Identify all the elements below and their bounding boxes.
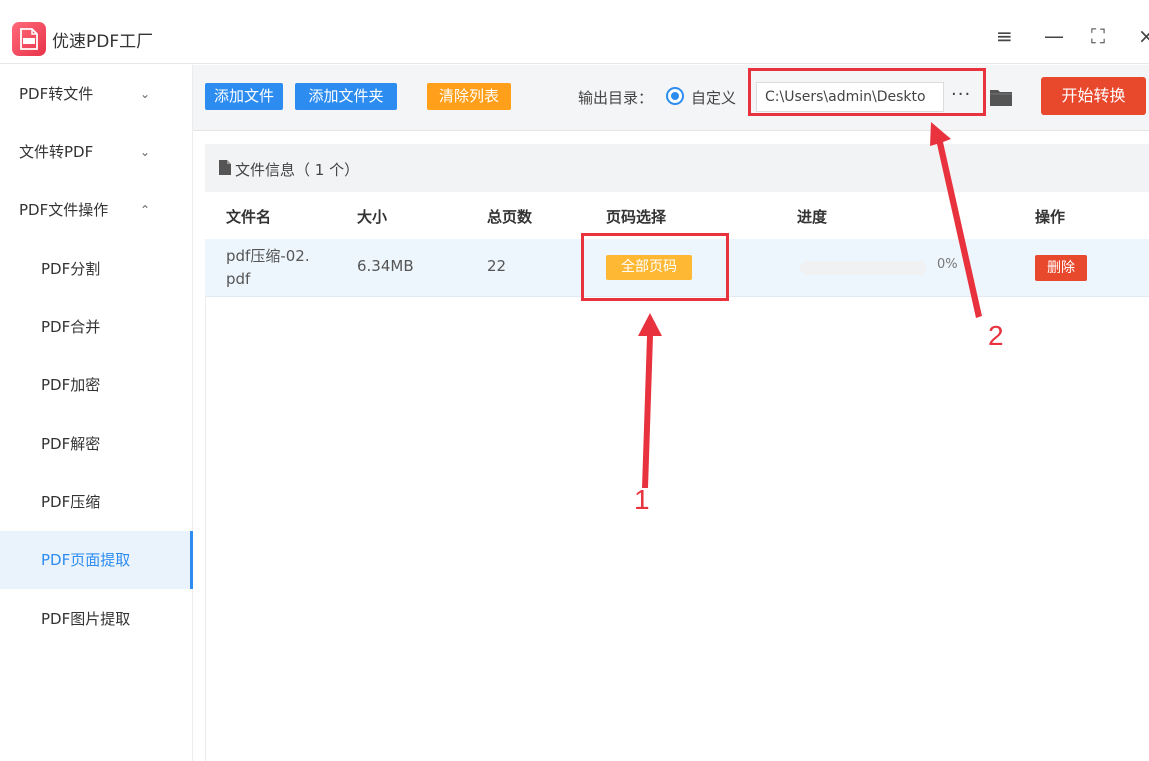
annotation-label-2: 2 <box>988 320 1004 351</box>
annotation-arrows <box>638 122 982 488</box>
annotation-label-1: 1 <box>634 484 650 515</box>
annotation-arrow-1 <box>638 313 662 488</box>
annotation-arrow-2 <box>930 122 982 318</box>
